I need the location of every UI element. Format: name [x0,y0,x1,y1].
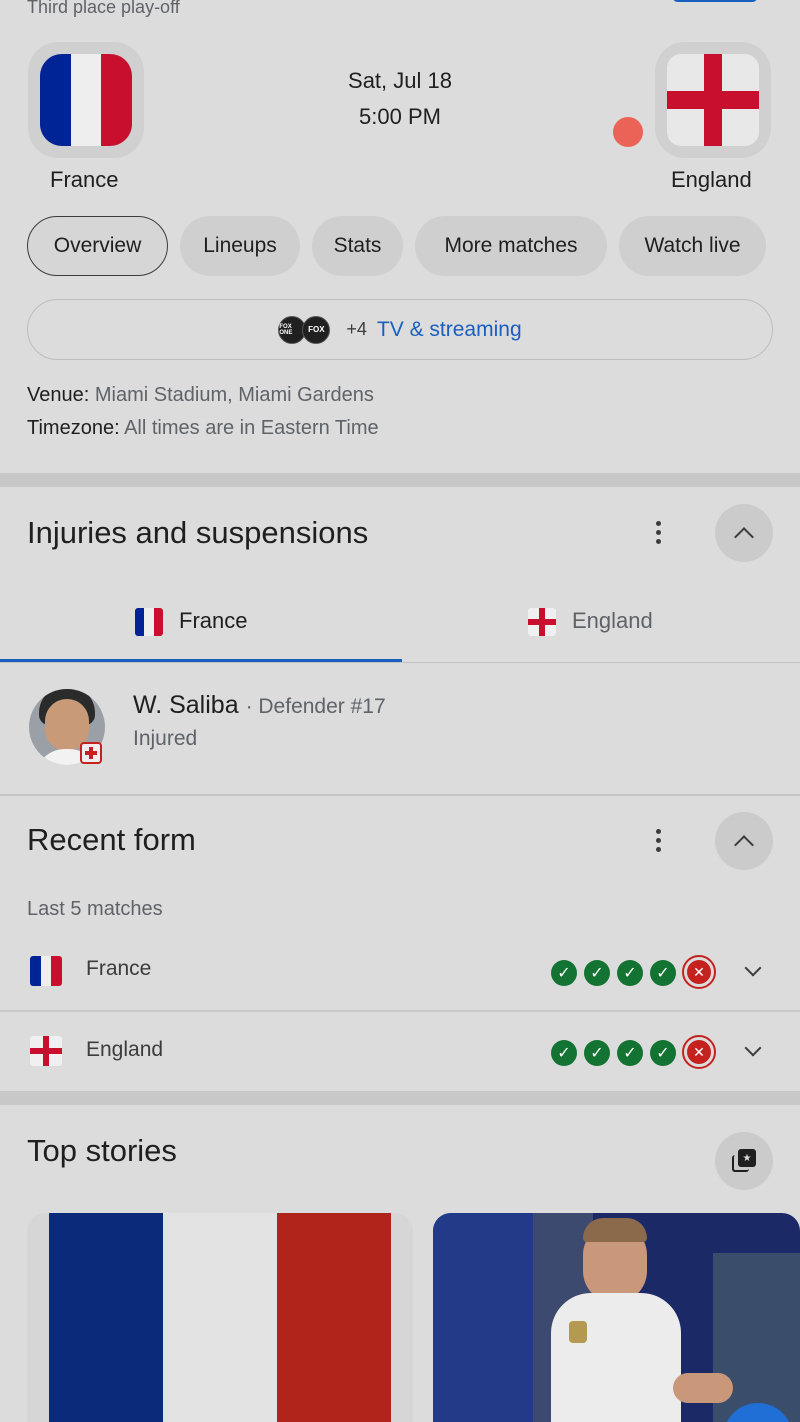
player-name-row: W. Saliba · Defender #17 [133,691,386,720]
header-action-pill[interactable] [672,0,758,2]
chevron-up-icon [734,526,754,547]
win-icon: ✓ [650,1040,676,1066]
timezone-label: Timezone: [27,417,120,439]
tab-watch-live[interactable]: Watch live [619,216,766,276]
injury-icon [80,742,102,764]
tv-streaming-button[interactable]: FOX ONE FOX +4 TV & streaming [27,299,773,360]
home-team-flag[interactable] [28,42,144,158]
chevron-up-icon [734,834,754,855]
loss-icon: ✕ [682,1035,716,1069]
story-image [433,1213,800,1422]
win-icon: ✓ [650,960,676,986]
venue-label: Venue: [27,384,90,406]
match-time: 5:00 PM [359,104,441,129]
story-image [49,1213,391,1422]
match-date: Sat, Jul 18 [348,68,452,93]
away-team-flag[interactable] [655,42,771,158]
injuries-tab-england[interactable]: England [572,608,653,634]
story-card-france[interactable] [27,1213,413,1422]
bookmark-stack-icon: ★ [732,1149,756,1173]
recent-form-collapse-button[interactable] [715,812,773,870]
tabs-divider [0,662,800,663]
france-flag-icon [40,54,132,146]
venue-info: Venue: Miami Stadium, Miami Gardens [27,384,374,407]
section-divider [0,794,800,796]
tab-lineups[interactable]: Lineups [180,216,300,276]
tab-more-matches[interactable]: More matches [415,216,607,276]
section-divider [0,473,800,487]
form-team-name: England [86,1038,164,1061]
england-flag-icon [528,608,556,636]
injuries-tab-france[interactable]: France [179,608,247,634]
player-status: Injured [133,727,198,750]
injuries-title: Injuries and suspensions [27,515,369,550]
win-icon: ✓ [584,960,610,986]
win-icon: ✓ [584,1040,610,1066]
home-team-name[interactable]: France [50,167,118,193]
win-icon: ✓ [617,960,643,986]
france-flag-icon [30,956,62,986]
injuries-collapse-button[interactable] [715,504,773,562]
recent-form-subtitle: Last 5 matches [27,898,163,920]
player-name[interactable]: W. Saliba [133,691,239,719]
form-team-name: France [86,957,152,980]
top-stories-title: Top stories [27,1133,177,1168]
tv-streaming-link[interactable]: TV & streaming [377,318,522,342]
section-divider [0,1091,800,1105]
channel-logos: FOX ONE FOX [278,315,331,344]
win-icon: ✓ [551,1040,577,1066]
follow-stories-button[interactable]: ★ [715,1132,773,1190]
england-flag-icon [667,54,759,146]
england-flag-icon [30,1036,62,1066]
fox-logo-icon: FOX [302,315,331,344]
loss-icon: ✕ [682,955,716,989]
player-position: · Defender #17 [245,695,386,718]
tab-stats[interactable]: Stats [312,216,403,276]
win-icon: ✓ [551,960,577,986]
venue-value: Miami Stadium, Miami Gardens [94,384,374,406]
extra-channels-count: +4 [346,319,367,339]
away-team-name[interactable]: England [671,167,752,193]
france-flag-icon [135,608,163,636]
win-icon: ✓ [617,1040,643,1066]
notification-dot [613,117,643,147]
timezone-value: All times are in Eastern Time [124,417,379,439]
injuries-more-icon[interactable] [655,521,661,544]
timezone-info: Timezone: All times are in Eastern Time [27,417,379,440]
recent-form-more-icon[interactable] [655,829,661,852]
recent-form-title: Recent form [27,822,196,857]
story-card-england[interactable] [433,1213,800,1422]
tab-overview[interactable]: Overview [27,216,168,276]
match-stage: Third place play-off [27,0,180,17]
